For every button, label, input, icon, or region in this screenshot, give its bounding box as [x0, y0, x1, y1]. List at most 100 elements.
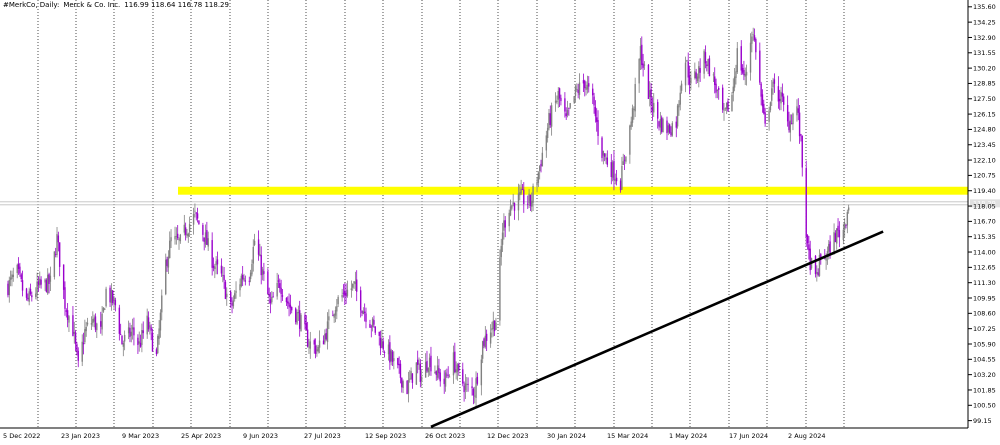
price-axis-label: 116.70 — [973, 218, 996, 226]
candle-body-98 — [187, 233, 189, 237]
candle-body-360 — [675, 121, 677, 128]
candle-body-263 — [493, 320, 496, 332]
candle-body-284 — [532, 185, 534, 203]
candle-body-110 — [211, 240, 213, 268]
candle-body-209 — [393, 358, 395, 362]
candle-body-335 — [629, 125, 631, 155]
candle-body-412 — [771, 88, 773, 101]
candle-body-211 — [398, 363, 400, 366]
candle-body-214 — [402, 381, 404, 388]
candle-body-372 — [696, 76, 699, 82]
candle-body-41 — [82, 342, 85, 345]
candle-body-285 — [536, 181, 538, 186]
candle-body-369 — [690, 77, 692, 84]
candle-body-436 — [816, 271, 818, 274]
resistance-zone-layer — [178, 186, 968, 195]
candle-body-354 — [662, 119, 664, 133]
candle-body-350 — [657, 102, 659, 119]
candle-body-162 — [306, 329, 309, 347]
candle-body-279 — [523, 189, 525, 205]
candle-body-433 — [809, 248, 811, 271]
candle-body-175 — [332, 315, 334, 317]
candle-body-278 — [521, 189, 524, 190]
candle-body-384 — [718, 87, 720, 90]
candle-body-401 — [751, 36, 753, 44]
price-axis-label: 104.55 — [973, 356, 996, 364]
candle-body-4 — [12, 274, 14, 278]
candle-body-76 — [147, 317, 150, 330]
candle-body-271 — [509, 206, 512, 216]
candle-body-336 — [630, 121, 632, 127]
candle-body-232 — [436, 365, 439, 378]
candle-body-199 — [374, 326, 376, 333]
candle-body-133 — [252, 246, 254, 264]
candle-body-49 — [96, 323, 98, 331]
time-axis: 5 Dec 2022 23 Jan 2023 9 Mar 2023 25 Apr 20… — [3, 432, 826, 440]
candle-body-74 — [142, 330, 144, 334]
candle-body-435 — [814, 255, 817, 275]
candle-body-22 — [47, 274, 49, 294]
candle-body-18 — [39, 278, 41, 286]
candle-body-186 — [352, 283, 354, 288]
candle-body-333 — [623, 159, 626, 161]
price-axis-label: 109.95 — [973, 294, 996, 302]
candle-body-147 — [279, 283, 281, 289]
candle-body-253 — [475, 378, 477, 398]
candle-body-446 — [834, 233, 837, 243]
candle-body-103 — [196, 213, 199, 219]
candle-body-343 — [642, 63, 644, 68]
candle-body-404 — [755, 39, 757, 53]
candle-body-324 — [606, 157, 609, 165]
candle-body-187 — [353, 281, 355, 284]
candle-body-355 — [666, 120, 668, 134]
candle-body-424 — [792, 113, 794, 125]
candle-body-125 — [239, 284, 241, 291]
candle-body-388 — [725, 102, 728, 110]
candle-body-206 — [389, 342, 391, 363]
candle-body-313 — [586, 84, 589, 90]
candle-body-87 — [167, 256, 170, 268]
candle-body-174 — [328, 316, 330, 321]
candle-body-308 — [577, 89, 579, 94]
candle-body-272 — [511, 205, 513, 209]
candle-body-39 — [77, 350, 79, 361]
candle-body-204 — [383, 352, 386, 353]
candle-body-65 — [127, 327, 130, 334]
candle-body-91 — [175, 236, 178, 237]
candle-body-164 — [309, 341, 311, 349]
candle-body-78 — [150, 327, 152, 331]
candle-body-357 — [668, 124, 671, 133]
candle-body-8 — [20, 274, 22, 279]
candle-body-61 — [119, 333, 122, 335]
candle-body-452 — [845, 224, 847, 226]
candle-body-135 — [257, 239, 260, 255]
candle-body-431 — [806, 235, 809, 244]
candle-body-386 — [723, 109, 725, 111]
candle-body-32 — [65, 310, 68, 312]
candle-body-70 — [137, 337, 139, 345]
candle-body-244 — [458, 363, 460, 371]
candle-body-185 — [350, 288, 353, 291]
candle-body-359 — [671, 123, 673, 136]
candle-body-203 — [382, 341, 384, 350]
chart-svg[interactable]: 118.29 135.60134.25132.90131.55130.20128… — [0, 0, 1000, 441]
candle-body-342 — [641, 44, 643, 66]
price-axis-label: 131.55 — [973, 49, 996, 57]
candle-body-212 — [399, 363, 402, 378]
candle-body-445 — [833, 232, 835, 255]
candle-body-337 — [631, 108, 634, 123]
candle-body-262 — [492, 320, 494, 330]
candle-body-170 — [322, 340, 325, 345]
candle-body-352 — [659, 119, 662, 128]
candle-body-184 — [346, 289, 349, 296]
candle-body-15 — [35, 293, 37, 297]
candle-body-252 — [474, 395, 476, 397]
plot-area[interactable] — [0, 0, 968, 428]
candle-body-180 — [341, 294, 343, 298]
candle-body-392 — [733, 76, 736, 88]
candle-body-38 — [76, 344, 78, 352]
price-chart[interactable]: 118.29 135.60 134.25 132.90 131.55 130.20 128… — [0, 0, 1000, 441]
candle-body-44 — [86, 322, 89, 325]
candle-body-51 — [101, 313, 103, 330]
candle-body-89 — [170, 237, 172, 242]
